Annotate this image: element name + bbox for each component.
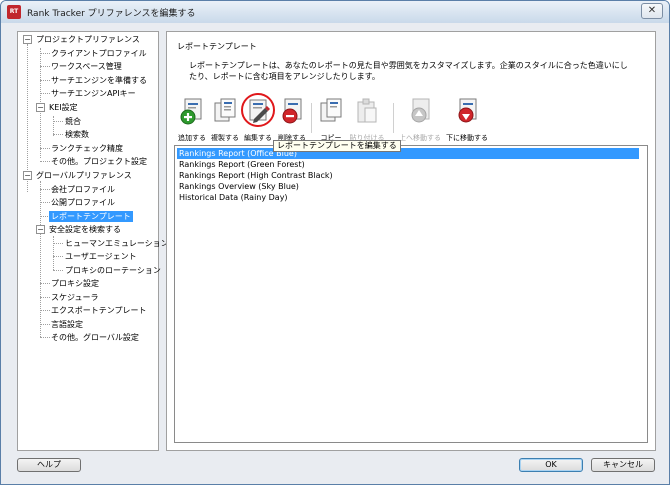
tree-item-other-project-settings[interactable]: その他。プロジェクト設定 — [51, 156, 147, 167]
rank-tracker-icon: RT — [7, 5, 21, 19]
tree-item-language[interactable]: 言語設定 — [51, 319, 83, 330]
expander-icon[interactable]: − — [23, 35, 32, 44]
toolbar-separator — [393, 103, 394, 133]
tree-item-company-profile[interactable]: 会社プロファイル — [51, 184, 115, 195]
tree-item-search-volume[interactable]: 検索数 — [65, 129, 89, 140]
tree-item-search-safety[interactable]: 安全設定を検索する — [49, 224, 121, 235]
copy-template-icon — [214, 98, 236, 122]
tree-item-client-profile[interactable]: クライアントプロファイル — [51, 48, 147, 59]
move-up-icon — [411, 98, 430, 123]
paste-button[interactable]: 貼り付ける — [347, 97, 387, 143]
tree-line — [40, 181, 41, 337]
preferences-tree: − プロジェクトプリファレンス クライアントプロファイル ワークスペース管理 サ… — [17, 31, 169, 451]
tree-item-human-emulation[interactable]: ヒューマンエミュレーション — [65, 238, 169, 249]
tree-item-kei-settings[interactable]: KEI設定 — [49, 102, 78, 113]
expander-icon[interactable]: − — [36, 225, 45, 234]
tree-item-other-global-settings[interactable]: その他。グローバル設定 — [51, 332, 139, 343]
tree-item-publishing-profile[interactable]: 公開プロファイル — [51, 197, 115, 208]
window-title: Rank Tracker プリファレンスを編集する — [27, 9, 196, 19]
list-item[interactable]: Rankings Report (Office Blue) — [177, 148, 639, 159]
list-item[interactable]: Rankings Report (Green Forest) — [177, 159, 305, 170]
edit-tooltip: レポートテンプレートを編集する — [273, 140, 401, 152]
ok-button[interactable]: OK — [519, 458, 583, 472]
tree-item-search-engines[interactable]: サーチエンジンを準備する — [51, 75, 147, 86]
tree-item-proxy-settings[interactable]: プロキシ設定 — [51, 278, 99, 289]
tree-item-competitors[interactable]: 競合 — [65, 116, 81, 127]
paste-icon — [357, 98, 377, 123]
delete-template-icon — [282, 98, 302, 124]
templates-list[interactable]: Rankings Report (Office Blue) Rankings R… — [174, 145, 648, 443]
close-button[interactable]: ✕ — [641, 3, 663, 19]
move-down-label: 下に移動する — [446, 134, 488, 142]
delete-template-button[interactable]: 削除する — [272, 97, 312, 143]
tree-line — [53, 236, 54, 270]
tree-item-export-templates[interactable]: エクスポートテンプレート — [51, 305, 147, 316]
list-item[interactable]: Rankings Report (High Contrast Black) — [177, 170, 333, 181]
title-bar: RT Rank Tracker プリファレンスを編集する ✕ — [1, 1, 669, 23]
tree-item-search-engine-api[interactable]: サーチエンジンAPIキー — [51, 88, 136, 99]
tree-item-global-preferences[interactable]: グローバルプリファレンス — [36, 170, 132, 181]
tree-line — [53, 116, 54, 136]
cancel-button[interactable]: キャンセル — [591, 458, 655, 472]
add-template-icon — [180, 98, 202, 125]
section-title: レポートテンプレート — [177, 42, 257, 51]
tree-item-rank-check-accuracy[interactable]: ランクチェック精度 — [51, 143, 123, 154]
preferences-dialog: RT Rank Tracker プリファレンスを編集する ✕ − プロジェクトプ… — [0, 0, 670, 485]
move-down-icon — [458, 98, 477, 123]
list-item[interactable]: Historical Data (Rainy Day) — [177, 192, 288, 203]
move-up-button[interactable]: 上へ移動する — [399, 97, 441, 143]
tree-item-workspace[interactable]: ワークスペース管理 — [51, 61, 122, 72]
move-up-label: 上へ移動する — [399, 134, 441, 142]
copy-icon — [320, 98, 342, 122]
move-down-button[interactable]: 下に移動する — [446, 97, 488, 143]
tree-item-proxy-rotation[interactable]: プロキシのローテーション — [65, 265, 161, 276]
list-item[interactable]: Rankings Overview (Sky Blue) — [177, 181, 299, 192]
expander-icon[interactable]: − — [23, 171, 32, 180]
section-description: レポートテンプレートは、あなたのレポートの見た目や雰囲気をカスタマイズします。企… — [189, 61, 628, 81]
highlight-ring — [241, 93, 275, 127]
tree-line — [27, 44, 28, 192]
tree-item-project-preferences[interactable]: プロジェクトプリファレンス — [36, 34, 140, 45]
tree-item-scheduler[interactable]: スケジューラ — [51, 292, 98, 303]
tree-item-report-templates[interactable]: レポートテンプレート — [49, 211, 133, 222]
help-button[interactable]: ヘルプ — [17, 458, 81, 472]
expander-icon[interactable]: − — [36, 103, 45, 112]
tree-item-user-agents[interactable]: ユーザエージェント — [65, 251, 137, 262]
